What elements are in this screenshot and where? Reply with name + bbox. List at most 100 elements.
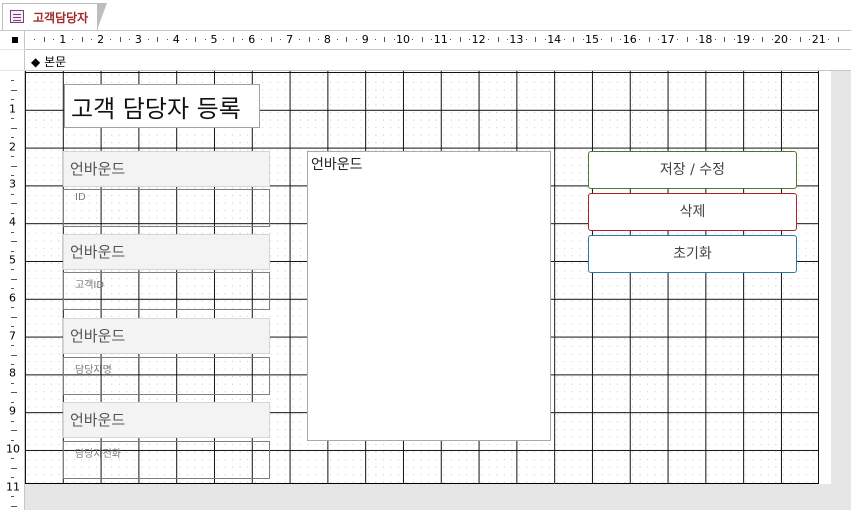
ruler-mark [185,39,187,40]
ruler-mark [610,37,612,42]
section-selector[interactable] [0,50,25,70]
save-edit-button[interactable]: 저장 / 수정 [588,151,797,189]
delete-button[interactable]: 삭제 [588,193,797,231]
ruler-mark [11,467,17,469]
field-box-manager-name[interactable]: 담당자명 [63,357,270,395]
ruler-mark [11,250,14,252]
ruler-mark [270,37,272,42]
vertical-ruler[interactable]: 1 2 3 4 5 6 7 8 9 10 11 [0,71,25,510]
ruler-number: 6 [9,291,16,305]
ruler-mark [11,430,17,432]
section-header-detail[interactable]: ◆ 본문 [25,50,851,71]
field-caption-manager-name: 담당자명 [75,365,112,376]
unbound-listbox[interactable]: 언바운드 [307,151,551,441]
ruler-mark [714,39,716,40]
ruler-mark [11,477,14,479]
ruler-mark [828,39,830,40]
ruler-mark [355,39,357,40]
ruler-mark [11,505,17,507]
ruler-mark [525,39,527,40]
form-tab[interactable]: 고객담당자 [2,3,107,30]
ruler-mark [232,37,234,42]
ruler-mark [11,80,14,82]
unbound-textbox-manager-phone[interactable]: 언바운드 [63,402,270,438]
ruler-mark [582,39,584,40]
ruler-number: 9 [9,404,16,418]
ruler-mark [242,39,244,40]
ruler-mark [497,37,499,42]
form-selector-icon[interactable] [12,37,18,43]
ruler-number: 4 [172,33,180,46]
ruler-mark [790,39,792,40]
ruler-mark [261,39,263,40]
ruler-mark [563,39,565,40]
column-divider [554,151,555,484]
ruler-number: 18 [698,33,713,46]
ruler-mark [11,269,14,271]
ruler-number: 1 [9,102,16,116]
ruler-number: 3 [134,33,142,46]
horizontal-ruler[interactable]: 1 2 3 4 5 6 7 8 9 10 11 12 13 14 15 16 17 18 19 20 21 [25,31,851,50]
ruler-number: 8 [323,33,331,46]
section-label: ◆ 본문 [31,55,67,69]
unbound-textbox-manager-name[interactable]: 언바운드 [63,318,270,354]
ruler-mark [11,496,14,498]
ruler-mark [11,165,17,167]
section-arrow-icon: ◆ [31,55,41,69]
field-box-manager-phone[interactable]: 담당자전화 [63,441,270,479]
ruler-number: 2 [97,33,105,46]
ruler-mark [799,37,801,42]
document-tab-bar: 고객담당자 [0,0,851,31]
ruler-number: 15 [585,33,599,46]
ruler-number: 16 [622,33,637,46]
field-caption-manager-phone: 담당자전화 [75,449,121,460]
ruler-mark [11,363,14,365]
ruler-mark [469,39,471,40]
detail-right-edge [818,71,831,484]
ruler-number: 21 [811,33,826,46]
ruler-mark [11,316,17,318]
ruler-mark [450,39,452,40]
form-title-label[interactable]: 고객 담당자 등록 [64,84,260,128]
ruler-mark [11,458,14,460]
ruler-mark [809,39,811,40]
ruler-mark [53,39,55,40]
ruler-number: 5 [9,253,16,267]
ruler-mark [752,39,754,40]
ruler-mark [11,137,14,139]
form-tab-label: 고객담당자 [33,11,89,25]
ruler-mark [412,39,414,40]
field-box-customer-id[interactable]: 고객ID [63,272,270,310]
ruler-mark [336,39,338,40]
ruler-mark [11,420,14,422]
ruler-mark [544,39,546,40]
ruler-mark [11,382,14,384]
unbound-textbox-id[interactable]: 언바운드 [63,151,270,187]
form-title-text: 고객 담당자 등록 [71,95,241,123]
ruler-mark [695,39,697,40]
ruler-mark [299,39,301,40]
ruler-mark [11,392,17,394]
ruler-mark [573,37,575,42]
ruler-number: 17 [660,33,675,46]
ruler-mark [648,37,650,42]
ruler-mark [488,39,490,40]
field-caption-id: ID [75,192,86,203]
field-caption-customer-id: 고객ID [75,280,105,291]
ruler-mark [384,37,386,42]
ruler-mark [11,156,14,158]
field-box-id[interactable]: ID [63,189,270,227]
unbound-textbox-customer-id[interactable]: 언바운드 [63,234,270,270]
unbound-label: 언바운드 [70,327,126,345]
ruler-mark [11,127,17,129]
ruler-number: 7 [286,33,294,46]
ruler-mark [11,439,14,441]
ruler-mark [639,39,641,40]
reset-button[interactable]: 초기화 [588,235,797,273]
ruler-mark [128,39,130,40]
ruler-number: 11 [433,33,448,46]
ruler-mark [91,39,93,40]
ruler-number: 6 [248,33,256,46]
ruler-mark [11,203,17,205]
ruler-mark [195,37,197,42]
